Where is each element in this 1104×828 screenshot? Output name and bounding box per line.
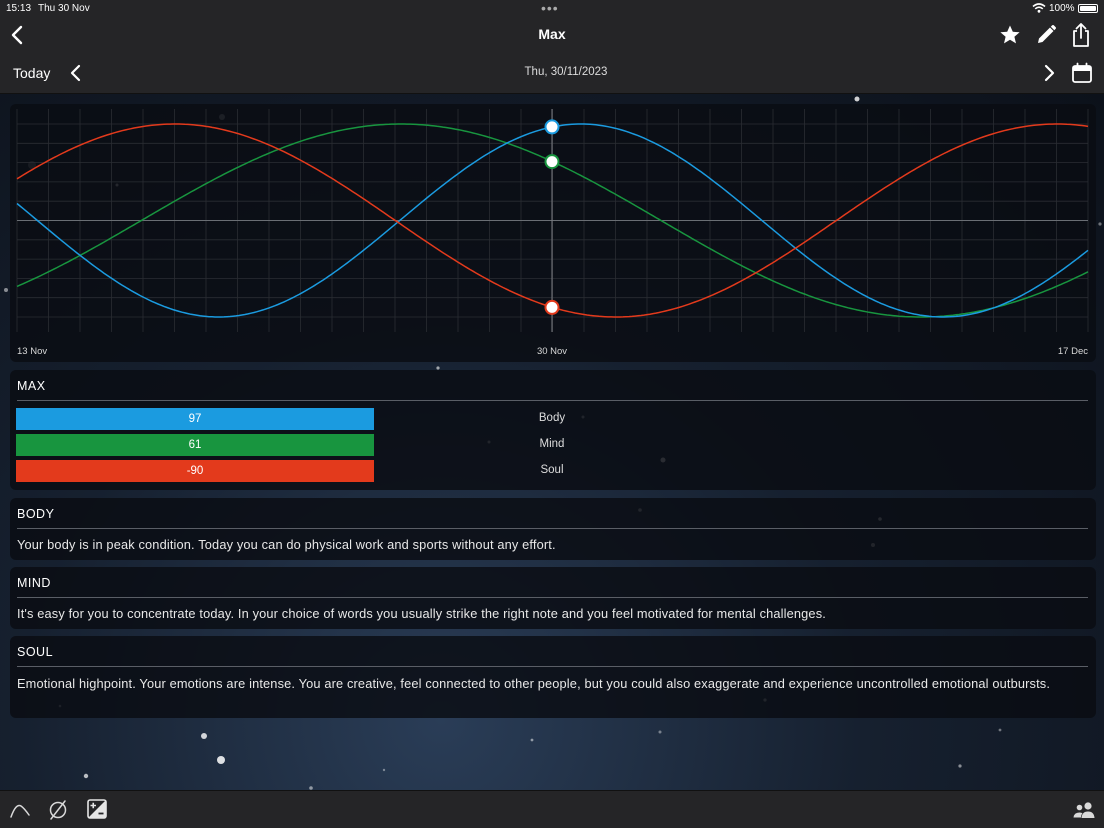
mind-description: It's easy for you to concentrate today. … [17, 606, 826, 621]
next-day-chevron-icon[interactable] [1041, 63, 1057, 83]
plus-minus-icon[interactable] [87, 799, 107, 819]
value-bar-body: 97 [16, 408, 374, 430]
value-bar-soul: -90 [16, 460, 374, 482]
bar-label-soul: Soul [540, 464, 564, 476]
body-divider [17, 528, 1088, 529]
value-bar-mind: 61 [16, 434, 374, 456]
bar-label-mind: Mind [539, 438, 565, 450]
body-heading: BODY [17, 507, 55, 521]
soul-description-panel: SOUL Emotional highpoint. Your emotions … [10, 636, 1096, 718]
bar-label-body: Body [538, 412, 566, 424]
pencil-icon[interactable] [1034, 23, 1058, 47]
navigation-bar: Max [0, 18, 1104, 52]
summary-panel: MAX 97 Body 61 Mind -90 Soul [10, 370, 1096, 490]
people-icon[interactable] [1072, 800, 1096, 820]
value-mind: 61 [188, 439, 202, 451]
soul-description: Emotional highpoint. Your emotions are i… [17, 676, 1051, 691]
value-soul: -90 [186, 465, 204, 477]
star-icon[interactable] [998, 23, 1022, 47]
mind-heading: MIND [17, 576, 51, 590]
x-tick-label-today: 30 Nov [537, 346, 567, 357]
bottom-toolbar [0, 790, 1104, 828]
date-navigation-bar: Today Thu, 30/11/2023 [0, 52, 1104, 94]
mind-divider [17, 597, 1088, 598]
soul-heading: SOUL [17, 645, 54, 659]
body-description-panel: BODY Your body is in peak condition. Tod… [10, 498, 1096, 560]
share-icon[interactable] [1069, 22, 1093, 48]
biorhythm-chart-panel[interactable]: 13 Nov 30 Nov 17 Dec [10, 104, 1096, 362]
calendar-icon[interactable] [1071, 62, 1093, 84]
mind-description-panel: MIND It's easy for you to concentrate to… [10, 567, 1096, 629]
x-tick-label-start: 13 Nov [17, 346, 47, 357]
value-body: 97 [188, 413, 202, 425]
content-area[interactable]: 13 Nov 30 Nov 17 Dec MAX 97 Body 61 Mind… [0, 94, 1104, 790]
status-bar: 15:13 Thu 30 Nov ••• 100% [0, 0, 1104, 18]
x-tick-label-end: 17 Dec [1058, 346, 1088, 357]
empty-set-icon[interactable] [47, 799, 69, 821]
previous-day-chevron-icon[interactable] [68, 63, 84, 83]
curve-icon[interactable] [9, 800, 31, 820]
back-chevron-icon[interactable] [8, 24, 28, 46]
status-date: Thu 30 Nov [38, 3, 90, 14]
body-description: Your body is in peak condition. Today yo… [17, 537, 556, 552]
today-point-mind[interactable] [544, 154, 560, 170]
current-date-label: Thu, 30/11/2023 [524, 66, 608, 78]
multitasking-dots-icon[interactable]: ••• [541, 0, 559, 16]
summary-divider [17, 400, 1088, 401]
soul-divider [17, 666, 1088, 667]
battery-percent: 100% [1049, 3, 1075, 14]
today-button[interactable]: Today [13, 65, 50, 81]
biorhythm-chart[interactable]: 13 Nov 30 Nov 17 Dec [10, 104, 1096, 362]
page-title: Max [538, 26, 566, 42]
status-time: 15:13 [6, 3, 32, 14]
today-point-soul[interactable] [544, 299, 560, 315]
battery-icon [1078, 4, 1098, 13]
today-point-body[interactable] [544, 119, 560, 135]
summary-heading: MAX [17, 379, 46, 393]
wifi-icon [1032, 3, 1046, 13]
